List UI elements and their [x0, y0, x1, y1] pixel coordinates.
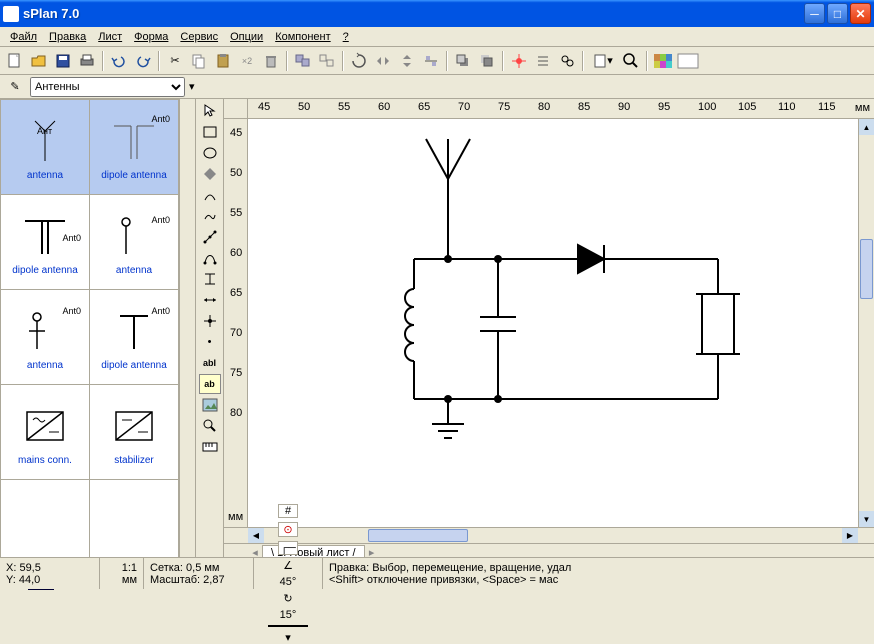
menu-component[interactable]: Компонент [269, 29, 336, 45]
image-tool[interactable] [199, 395, 221, 415]
ruler-corner [224, 99, 248, 119]
status-scale: 1:1мм [100, 558, 144, 589]
lib-item-dipole-antenna[interactable]: Ant0 dipole antenna [90, 100, 178, 194]
zoom-button[interactable] [620, 50, 642, 72]
menu-sheet[interactable]: Лист [92, 29, 128, 45]
library-grid: Ант antenna Ant0 dipole antenna Ant0 dip… [0, 99, 179, 575]
ungroup-button[interactable] [316, 50, 338, 72]
circle-tool[interactable] [199, 143, 221, 163]
lib-item-dipole-antenna-2[interactable]: Ant0 dipole antenna [1, 195, 89, 289]
library-select[interactable]: Антенны [30, 77, 185, 97]
lib-item-stabilizer[interactable]: stabilizer [90, 385, 178, 479]
freehand-tool[interactable] [199, 206, 221, 226]
minimize-button[interactable]: ─ [804, 3, 825, 24]
menu-service[interactable]: Сервис [174, 29, 224, 45]
line-tool[interactable] [199, 227, 221, 247]
maximize-button[interactable]: □ [827, 3, 848, 24]
status-hint: Правка: Выбор, перемещение, вращение, уд… [323, 558, 874, 589]
sidebar-scrollbar[interactable] [179, 99, 195, 575]
front-button[interactable] [452, 50, 474, 72]
search-button[interactable] [556, 50, 578, 72]
mirror-v-button[interactable] [396, 50, 418, 72]
canvas[interactable] [248, 119, 858, 527]
pointer-tool[interactable] [199, 101, 221, 121]
status-bar: X: 59,5Y: 44,0 1:1мм Сетка: 0,5 ммМасшта… [0, 557, 874, 589]
junction-tool[interactable]: • [199, 332, 221, 352]
titlebar: sPlan 7.0 ─ □ ✕ [0, 0, 874, 27]
canvas-hscrollbar[interactable]: ◀▶ [248, 527, 858, 543]
menu-form[interactable]: Форма [128, 29, 174, 45]
menu-edit[interactable]: Правка [43, 29, 92, 45]
group-button[interactable] [292, 50, 314, 72]
save-button[interactable] [52, 50, 74, 72]
linestyle-dropdown-icon[interactable]: ▾ [285, 631, 291, 644]
open-button[interactable] [28, 50, 50, 72]
lib-item-antenna-2[interactable]: Ant0 antenna [90, 195, 178, 289]
angle-icon[interactable]: ∠ [283, 559, 293, 572]
menu-help[interactable]: ? [337, 29, 355, 45]
app-icon [3, 6, 19, 22]
measure-tool[interactable] [199, 437, 221, 457]
label-tool[interactable]: ab [199, 374, 221, 394]
lib-item-antenna[interactable]: Ант antenna [1, 100, 89, 194]
magnet-icon[interactable]: ⊙ [278, 522, 298, 537]
circuit-schematic [248, 119, 858, 527]
library-bar: ✎ Антенны ▾ [0, 75, 874, 99]
origin-icon[interactable]: ┌─ [278, 541, 298, 555]
snap-button[interactable] [508, 50, 530, 72]
linestyle-preview[interactable] [268, 625, 308, 627]
lib-item-antenna-3[interactable]: Ant0 antenna [1, 290, 89, 384]
menu-file[interactable]: Файл [4, 29, 43, 45]
rotate-button[interactable] [348, 50, 370, 72]
back-button[interactable] [476, 50, 498, 72]
lib-brush-icon[interactable]: ✎ [4, 76, 26, 98]
canvas-vscrollbar[interactable]: ▲▼ [858, 119, 874, 527]
ruler-vertical[interactable]: 45 50 55 60 65 70 75 80 мм [224, 119, 248, 527]
redo-button[interactable] [132, 50, 154, 72]
lib-item-dipole-antenna-3[interactable]: Ant0 dipole antenna [90, 290, 178, 384]
tool-tray: • abI ab [196, 99, 224, 561]
bezier-tool[interactable] [199, 248, 221, 268]
copy-button[interactable] [188, 50, 210, 72]
undo-button[interactable] [108, 50, 130, 72]
text-tool[interactable]: abI [199, 353, 221, 373]
status-grid: Сетка: 0,5 ммМасштаб: 2,87 [144, 558, 254, 589]
lib-item-mains-conn[interactable]: mains conn. [1, 385, 89, 479]
main-toolbar: ✂ ×2 ▾ [0, 47, 874, 75]
rect-tool[interactable] [199, 122, 221, 142]
grid-toggle-icon[interactable]: # [278, 504, 298, 518]
connect-tool[interactable] [199, 269, 221, 289]
cut-button[interactable]: ✂ [164, 50, 186, 72]
page-button[interactable]: ▾ [588, 50, 618, 72]
curve-tool[interactable] [199, 185, 221, 205]
mirror-h-button[interactable] [372, 50, 394, 72]
close-button[interactable]: ✕ [850, 3, 871, 24]
window-title: sPlan 7.0 [23, 6, 804, 21]
status-tools: # ⊙ ┌─ ∠45° ↻15° ▾ [254, 558, 323, 589]
delete-button[interactable] [260, 50, 282, 72]
rotate-icon[interactable]: ↻ [283, 592, 292, 605]
colors-button[interactable] [652, 50, 674, 72]
align-button[interactable] [420, 50, 442, 72]
duplicate-button[interactable]: ×2 [236, 50, 258, 72]
new-button[interactable] [4, 50, 26, 72]
swatch-button[interactable] [676, 50, 700, 72]
print-button[interactable] [76, 50, 98, 72]
paste-button[interactable] [212, 50, 234, 72]
ruler-horizontal[interactable]: 45 50 55 60 65 70 75 80 85 90 95 100 105… [248, 99, 874, 119]
status-coords: X: 59,5Y: 44,0 [0, 558, 100, 589]
zoom-tool[interactable] [199, 416, 221, 436]
sidebar: Ант antenna Ant0 dipole antenna Ant0 dip… [0, 99, 196, 561]
poly-tool[interactable] [199, 164, 221, 184]
node-tool[interactable] [199, 311, 221, 331]
list-button[interactable] [532, 50, 554, 72]
menubar: Файл Правка Лист Форма Сервис Опции Комп… [0, 27, 874, 47]
dim-tool[interactable] [199, 290, 221, 310]
dropdown-arrow-icon[interactable]: ▾ [189, 80, 195, 93]
menu-options[interactable]: Опции [224, 29, 269, 45]
